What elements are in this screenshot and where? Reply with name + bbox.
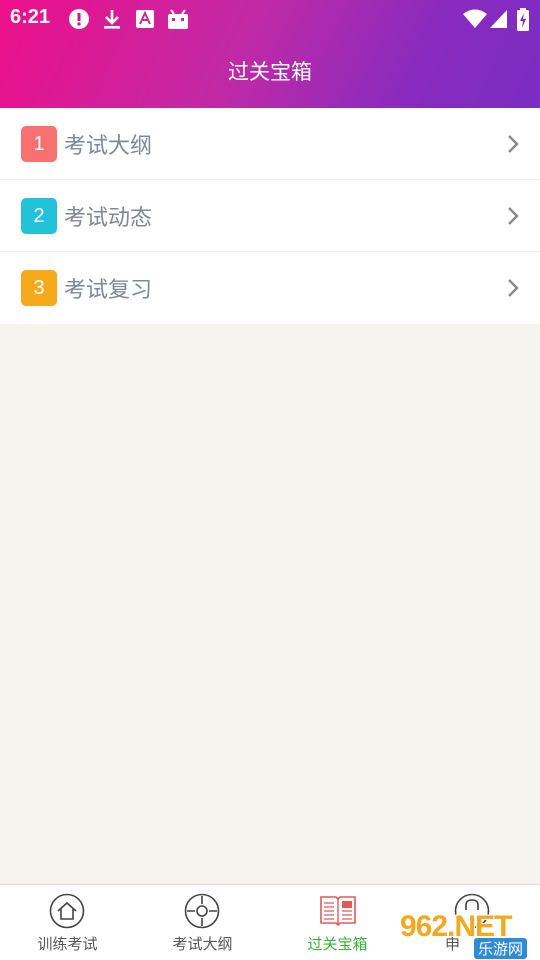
font-icon (136, 10, 154, 28)
crosshair-icon (184, 893, 220, 929)
watermark-sub: 乐游网 (474, 938, 528, 959)
site-watermark: 962.NET 乐游网 (400, 910, 540, 960)
list-item[interactable]: 2 考试动态 (0, 180, 540, 252)
alert-icon (69, 9, 89, 29)
list-item-label: 考试动态 (64, 206, 153, 231)
nav-item-label: 训练考试 (37, 935, 98, 953)
status-time: 6:21 (10, 6, 51, 28)
signal-icon (490, 10, 507, 28)
app-header: 6:21 过关宝箱 (0, 0, 540, 108)
nav-item-exam-outline[interactable]: 考试大纲 (135, 885, 270, 960)
chevron-right-icon (508, 279, 519, 297)
list-item-label: 考试大纲 (64, 134, 153, 159)
wifi-icon (463, 9, 487, 28)
news-icon (320, 896, 356, 927)
download-icon (104, 10, 120, 29)
nav-item-label: 考试大纲 (172, 935, 233, 953)
menu-list: 1 考试大纲 2 考试动态 3 考试复习 (0, 108, 540, 324)
item-number-badge: 1 (21, 126, 57, 162)
android-icon (168, 9, 188, 29)
nav-item-training-exam[interactable]: 训练考试 (0, 885, 135, 960)
list-item-label: 考试复习 (64, 278, 153, 303)
item-number-badge: 2 (21, 198, 57, 234)
list-item[interactable]: 1 考试大纲 (0, 108, 540, 180)
list-item[interactable]: 3 考试复习 (0, 252, 540, 324)
chevron-right-icon (508, 207, 519, 225)
page-title: 过关宝箱 (228, 60, 312, 84)
chevron-right-icon (508, 135, 519, 153)
item-number-badge: 3 (21, 270, 57, 306)
battery-icon (517, 8, 529, 31)
status-bar: 6:21 (0, 0, 540, 36)
home-icon (49, 893, 85, 929)
